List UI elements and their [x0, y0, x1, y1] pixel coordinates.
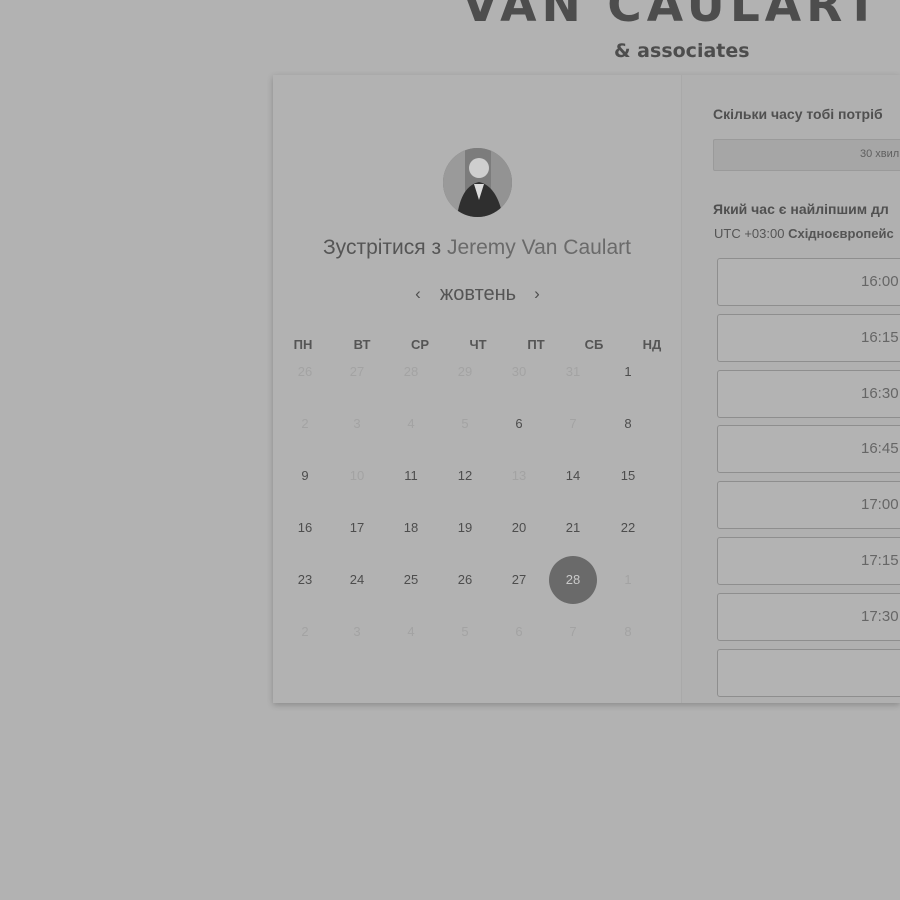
calendar-day[interactable]: 8 [604, 400, 652, 448]
duration-value: 30 хвил [860, 148, 900, 160]
calendar-day[interactable]: 1 [604, 348, 652, 396]
time-slot-button[interactable]: 17:15 [717, 537, 900, 585]
duration-question: Скільки часу тобі потріб [713, 106, 883, 122]
calendar-day[interactable]: 24 [333, 556, 381, 604]
calendar-day: 5 [461, 624, 469, 639]
time-slot-label: 16:45 [861, 440, 899, 457]
time-question: Який час є найліпшим дл [713, 201, 889, 217]
time-slot-label: 16:15 [861, 329, 899, 346]
calendar-day[interactable]: 25 [387, 556, 435, 604]
calendar-day: 3 [353, 416, 361, 431]
time-slot-label: 17:15 [861, 552, 899, 569]
calendar-day: 7 [569, 624, 577, 639]
calendar-day[interactable]: 26 [441, 556, 489, 604]
time-slot-button[interactable]: 16:00 [717, 258, 900, 306]
calendar-day: 2 [301, 416, 309, 431]
time-slot-button[interactable]: 16:15 [717, 314, 900, 362]
calendar-day[interactable]: 14 [549, 452, 597, 500]
time-slot-label: 16:30 [861, 385, 899, 402]
calendar-day[interactable]: 27 [495, 556, 543, 604]
calendar-day[interactable]: 22 [604, 504, 652, 552]
timezone-name: Східноєвропейс [788, 226, 894, 241]
time-slot-button[interactable] [717, 649, 900, 697]
calendar-day: 6 [515, 624, 523, 639]
calendar-day: 30 [511, 364, 527, 379]
calendar-day: 27 [349, 364, 365, 379]
calendar-day[interactable]: 23 [281, 556, 329, 604]
calendar-day-selected[interactable]: 28 [549, 556, 597, 604]
calendar-day: 10 [349, 468, 365, 483]
time-slot-label: 17:30 [861, 608, 899, 625]
time-slot-label: 17:00 [861, 496, 899, 513]
calendar-day: 26 [297, 364, 313, 379]
time-slot-button[interactable]: 17:00 [717, 481, 900, 529]
calendar-grid: 26 27 28 29 30 31 1 2 3 4 5 6 7 8 9 10 11 12 13 14 15 16 17 18 1… [273, 75, 681, 703]
calendar-day[interactable]: 6 [495, 400, 543, 448]
calendar-day: 29 [457, 364, 473, 379]
calendar-day: 8 [624, 624, 632, 639]
calendar-day[interactable]: 11 [387, 452, 435, 500]
time-slot-button[interactable]: 17:30 [717, 593, 900, 641]
calendar-day[interactable]: 19 [441, 504, 489, 552]
time-pane: Скільки часу тобі потріб 30 хвил Який ча… [682, 75, 900, 703]
calendar-day: 13 [511, 468, 527, 483]
calendar-pane: Зустрітися з Jeremy Van Caulart ‹ жовтен… [273, 75, 681, 703]
calendar-day[interactable]: 9 [281, 452, 329, 500]
time-slot-label: 16:00 [861, 273, 899, 290]
time-slot-button[interactable]: 16:30 [717, 370, 900, 418]
calendar-day: 4 [407, 416, 415, 431]
calendar-day[interactable]: 17 [333, 504, 381, 552]
calendar-day[interactable]: 20 [495, 504, 543, 552]
calendar-day[interactable]: 15 [604, 452, 652, 500]
time-slot-button[interactable]: 16:45 [717, 425, 900, 473]
booking-card: Зустрітися з Jeremy Van Caulart ‹ жовтен… [273, 75, 900, 703]
calendar-day: 5 [461, 416, 469, 431]
duration-selector[interactable]: 30 хвил [713, 139, 900, 171]
calendar-day: 31 [565, 364, 581, 379]
brand-header: VAN CAULART & associates [0, 0, 900, 75]
calendar-day[interactable]: 21 [549, 504, 597, 552]
calendar-day: 2 [301, 624, 309, 639]
timezone-label: UTC +03:00 Східноєвропейс [714, 226, 894, 241]
brand-logo: VAN CAULART [462, 0, 883, 33]
calendar-day: 4 [407, 624, 415, 639]
calendar-day[interactable]: 12 [441, 452, 489, 500]
calendar-day[interactable]: 18 [387, 504, 435, 552]
calendar-day: 28 [403, 364, 419, 379]
calendar-day: 7 [569, 416, 577, 431]
calendar-day: 1 [624, 572, 632, 587]
calendar-day: 3 [353, 624, 361, 639]
brand-subtitle: & associates [614, 40, 750, 62]
calendar-day[interactable]: 16 [281, 504, 329, 552]
timezone-offset: UTC +03:00 [714, 226, 785, 241]
